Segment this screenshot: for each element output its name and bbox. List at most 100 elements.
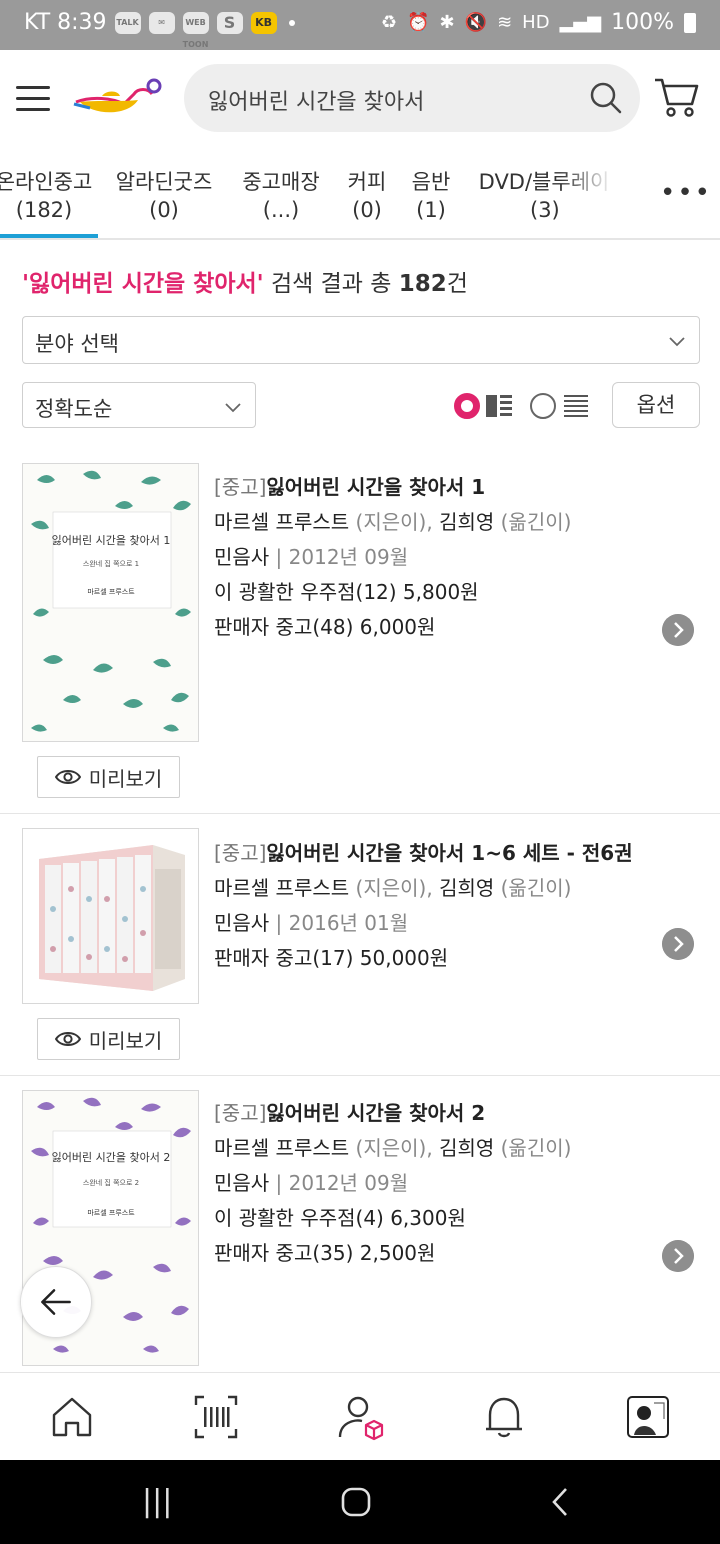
system-nav-bar: ||| [0, 1460, 720, 1544]
more-notifications-dot [288, 19, 295, 26]
item-credits: 마르셀 프루스트 (지은이), 김희영 (옮긴이) [214, 1131, 571, 1166]
item-author[interactable]: 마르셀 프루스트 [214, 510, 349, 534]
item-publisher[interactable]: 민음사 [214, 545, 269, 569]
back-arrow-icon[interactable] [20, 1266, 92, 1338]
tab-count: (0) [352, 198, 382, 222]
item-pub: 민음사 | 2012년 09월 [214, 1166, 571, 1201]
bottom-nav [0, 1372, 720, 1460]
item-date: | 2012년 09월 [269, 1171, 409, 1195]
back-button-icon[interactable] [548, 1486, 572, 1518]
item-title[interactable]: 잃어버린 시간을 찾아서 2 [266, 1101, 485, 1125]
home-button-icon[interactable] [340, 1486, 372, 1518]
radio-unselected[interactable] [530, 393, 556, 419]
category-select[interactable]: 분야 선택 [22, 316, 700, 364]
item-tag: [중고] [214, 475, 267, 499]
options-button[interactable]: 옵션 [612, 382, 700, 428]
menu-icon[interactable] [16, 86, 50, 112]
item-tag: [중고] [214, 841, 267, 865]
eye-icon [54, 770, 81, 784]
profile-thumbnail[interactable] [624, 1393, 672, 1441]
sort-select[interactable]: 정확도순 [22, 382, 256, 428]
book-cover[interactable] [22, 828, 199, 1004]
chevron-right-icon[interactable] [662, 1240, 694, 1272]
home-icon[interactable] [48, 1393, 96, 1441]
chevron-right-icon[interactable] [662, 928, 694, 960]
cover-author: 마르셀 프루스트 [87, 587, 135, 596]
tab-fade [560, 160, 650, 236]
item-seller-price[interactable]: 판매자 중고(48) 6,000원 [214, 610, 571, 645]
alarm-icon: ⏰ [407, 12, 430, 33]
battery-percent: 100% [611, 10, 674, 35]
item-date: | 2012년 09월 [269, 545, 409, 569]
item-author[interactable]: 마르셀 프루스트 [214, 1136, 349, 1160]
chevron-down-icon [669, 337, 685, 347]
more-icon[interactable]: ••• [660, 178, 712, 208]
item-title[interactable]: 잃어버린 시간을 찾아서 1~6 세트 - 전6권 [266, 841, 632, 865]
item-translator[interactable]: 김희영 [439, 876, 494, 900]
my-account-icon[interactable] [336, 1393, 384, 1441]
wifi-icon: ≋ [497, 12, 513, 33]
tab-coffee[interactable]: 커피 (0) [340, 168, 394, 224]
book-cover[interactable]: 잃어버린 시간을 찾아서 1 스완네 집 쪽으로 1 마르셀 프루스트 [22, 463, 199, 742]
tab-used-store[interactable]: 중고매장 (...) [236, 168, 326, 224]
item-title[interactable]: 잃어버린 시간을 찾아서 1 [266, 475, 485, 499]
aladin-lamp-logo[interactable] [72, 74, 164, 120]
item-store-price[interactable]: 이 광활한 우주점(12) 5,800원 [214, 575, 571, 610]
search-box[interactable]: 잃어버린 시간을 찾아서 [184, 64, 640, 132]
tab-count: (1) [416, 198, 446, 222]
webtoon-icon: WEB TOON [182, 11, 209, 49]
list-item[interactable]: 잃어버린 시간을 찾아서 1 스완네 집 쪽으로 1 마르셀 프루스트 [중고]… [0, 448, 720, 814]
results-summary: '잃어버린 시간을 찾아서' 검색 결과 총 182건 [22, 264, 468, 298]
talk-icon: TALK [114, 11, 141, 34]
item-tag: [중고] [214, 1101, 267, 1125]
cover-author: 마르셀 프루스트 [87, 1208, 135, 1217]
item-publisher[interactable]: 민음사 [214, 1171, 269, 1195]
battery-icon [684, 12, 696, 33]
item-author[interactable]: 마르셀 프루스트 [214, 876, 349, 900]
preview-button[interactable]: 미리보기 [37, 756, 180, 798]
search-icon[interactable] [588, 80, 624, 116]
kb-icon: KB [250, 11, 277, 34]
tab-label: 알라딘굿즈 [115, 170, 213, 194]
tab-music[interactable]: 음반 (1) [406, 168, 456, 224]
cover-subtitle: 스완네 집 쪽으로 1 [83, 559, 139, 568]
search-input[interactable]: 잃어버린 시간을 찾아서 [208, 84, 424, 116]
status-bar: KT 8:39 TALK ✉ WEB TOON S KB ♻ ⏰ ✱ 🔇 ≋ H… [0, 0, 720, 50]
radio-selected[interactable] [454, 393, 480, 419]
author-role: (지은이), [349, 1136, 440, 1160]
tab-label: 음반 [411, 170, 451, 194]
item-date: | 2016년 01월 [269, 911, 409, 935]
list-item[interactable]: 잃어버린 시간을 찾아서 2 스완네 집 쪽으로 2 마르셀 프루스트 [중고]… [0, 1076, 720, 1372]
item-store-price[interactable]: 이 광활한 우주점(4) 6,300원 [214, 1201, 571, 1236]
item-translator[interactable]: 김희영 [439, 510, 494, 534]
item-title-row[interactable]: [중고]잃어버린 시간을 찾아서 1 [214, 470, 571, 505]
recent-apps-icon[interactable]: ||| [142, 1484, 172, 1519]
view-thumbnail-option[interactable] [454, 392, 514, 420]
tab-count: (0) [149, 198, 179, 222]
author-role: (지은이), [349, 876, 440, 900]
chevron-right-icon[interactable] [662, 614, 694, 646]
item-title-row[interactable]: [중고]잃어버린 시간을 찾아서 1~6 세트 - 전6권 [214, 836, 633, 871]
view-list-option[interactable] [530, 392, 590, 420]
tab-aladin-goods[interactable]: 알라딘굿즈 (0) [108, 168, 220, 224]
item-seller-price[interactable]: 판매자 중고(35) 2,500원 [214, 1236, 571, 1271]
cart-icon[interactable] [652, 74, 700, 120]
preview-button[interactable]: 미리보기 [37, 1018, 180, 1060]
item-title-row[interactable]: [중고]잃어버린 시간을 찾아서 2 [214, 1096, 571, 1131]
signal-icon: ▂▄▆ [559, 12, 602, 33]
item-translator[interactable]: 김희영 [439, 1136, 494, 1160]
item-info: [중고]잃어버린 시간을 찾아서 1~6 세트 - 전6권 마르셀 프루스트 (… [214, 836, 633, 976]
item-publisher[interactable]: 민음사 [214, 911, 269, 935]
item-pub: 민음사 | 2012년 09월 [214, 540, 571, 575]
tab-count: (...) [262, 198, 300, 222]
carrier-time: KT 8:39 [24, 10, 107, 35]
barcode-icon[interactable] [192, 1393, 240, 1441]
item-pub: 민음사 | 2016년 01월 [214, 906, 633, 941]
bell-icon[interactable] [480, 1393, 528, 1441]
list-item[interactable]: [중고]잃어버린 시간을 찾아서 1~6 세트 - 전6권 마르셀 프루스트 (… [0, 814, 720, 1076]
item-info: [중고]잃어버린 시간을 찾아서 1 마르셀 프루스트 (지은이), 김희영 (… [214, 470, 571, 645]
item-seller-price[interactable]: 판매자 중고(17) 50,000원 [214, 941, 633, 976]
tab-online-used[interactable]: 온라인중고 (182) [0, 168, 100, 224]
cover-title: 잃어버린 시간을 찾아서 1 [52, 533, 171, 547]
item-info: [중고]잃어버린 시간을 찾아서 2 마르셀 프루스트 (지은이), 김희영 (… [214, 1096, 571, 1271]
